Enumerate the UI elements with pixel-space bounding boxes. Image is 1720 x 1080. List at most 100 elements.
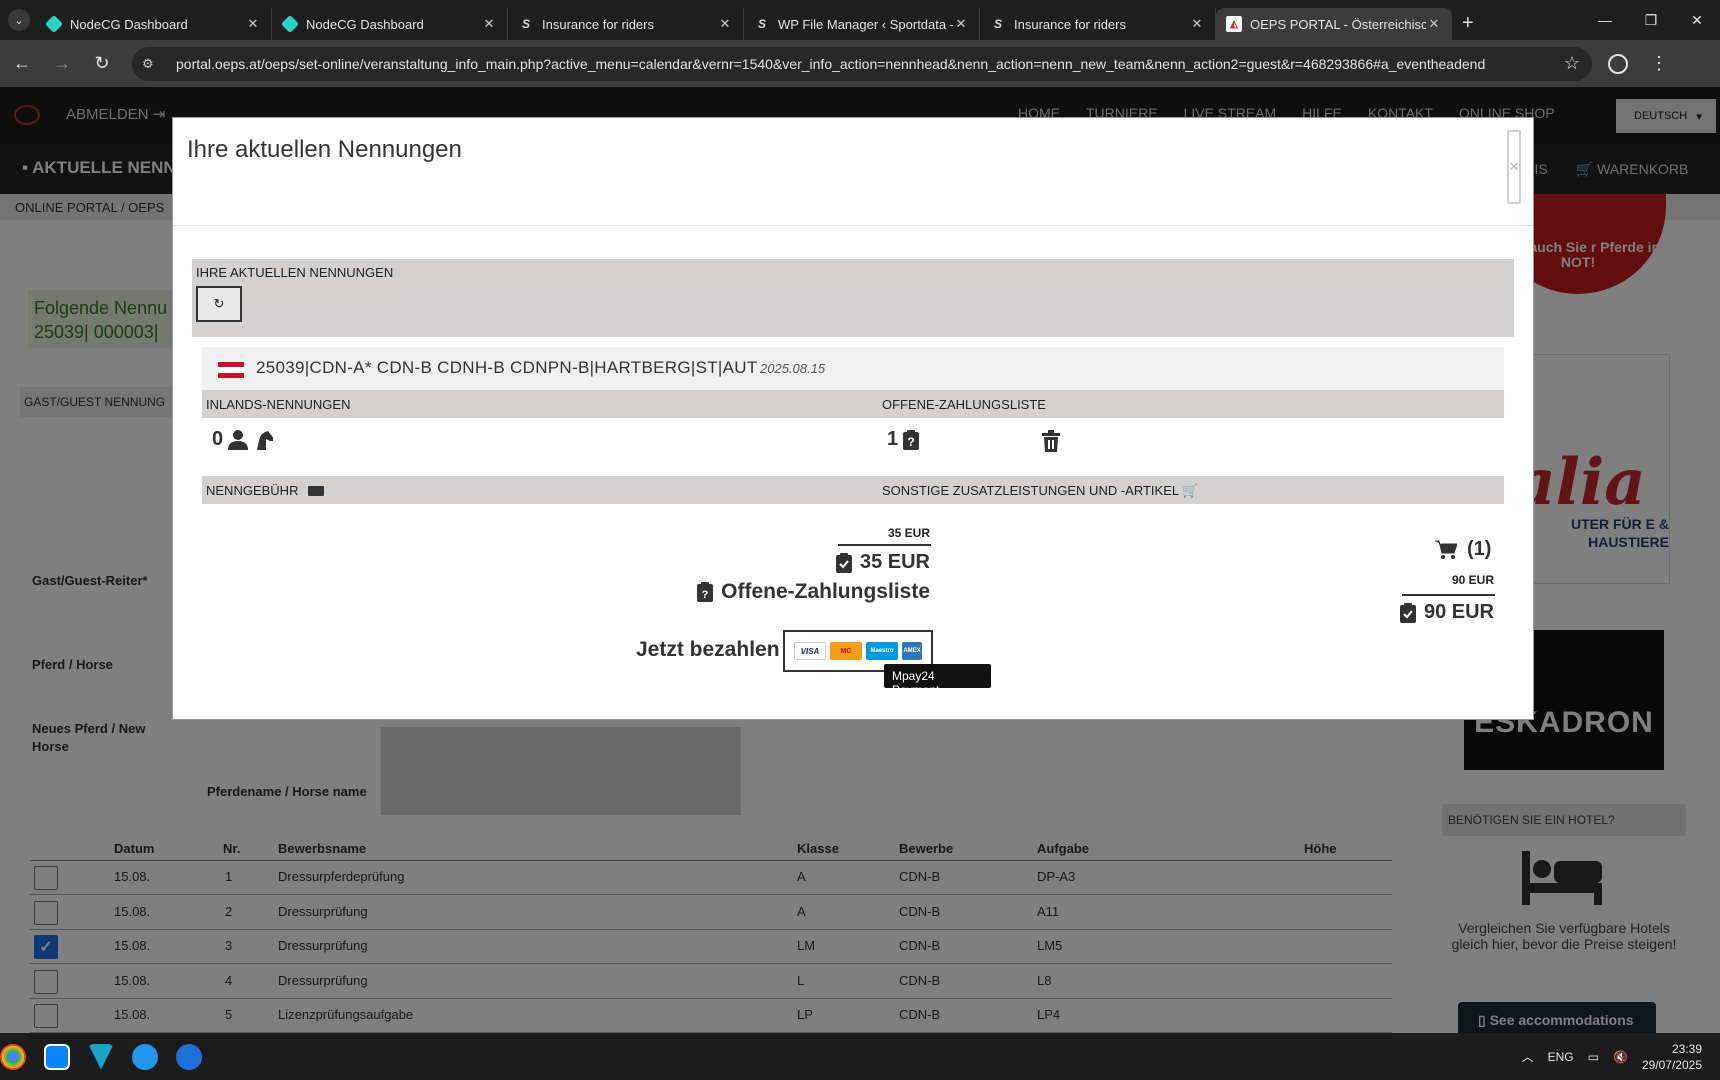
sportdata-icon: S (521, 17, 530, 31)
docker-icon[interactable] (132, 1043, 158, 1070)
close-tab-icon[interactable]: ✕ (1189, 16, 1205, 32)
cart-count[interactable]: (1) (1435, 538, 1491, 561)
pay-now-label: Jetzt bezahlen (636, 638, 780, 661)
cart-count-value: (1) (1467, 538, 1492, 560)
volume-muted-icon[interactable]: 🔇 (1613, 1050, 1628, 1064)
user-icon (228, 429, 249, 450)
event-title: 25039|CDN-A* CDN-B CDNH-B CDNPN-B|HARTBE… (256, 358, 758, 377)
browser-tab[interactable]: S WP File Manager ‹ Sportdata — ✕ (744, 8, 980, 40)
svg-text:?: ? (907, 435, 914, 449)
shopping-cart-icon (1435, 540, 1457, 559)
vpn-icon[interactable] (88, 1043, 114, 1070)
open-payment-list-link[interactable]: ? Offene-Zahlungsliste (697, 580, 930, 604)
close-window-icon[interactable]: ✕ (1674, 0, 1720, 40)
url-input[interactable]: ⚙ portal.oeps.at/oeps/set-online/veranst… (132, 46, 1592, 81)
maestro-icon: Maestro (866, 642, 898, 660)
browser-tab[interactable]: S Insurance for riders ✕ (980, 8, 1216, 40)
reload-icon[interactable]: ↻ (84, 46, 120, 82)
nodecg-icon (280, 14, 300, 34)
chrome-icon[interactable] (0, 1043, 26, 1070)
fee-amount: 35 EUR (887, 526, 930, 540)
tab-title: NodeCG Dashboard (306, 16, 424, 32)
extras-header: SONSTIGE ZUSATZLEISTUNGEN UND -ARTIKEL 🛒 (878, 476, 1504, 504)
profile-icon[interactable] (1608, 53, 1628, 74)
system-clock[interactable]: 23:39 29/07/2025 (1642, 1041, 1702, 1073)
tab-title: WP File Manager ‹ Sportdata — (778, 16, 953, 32)
mastercard-icon: MC (830, 642, 862, 660)
browser-tab[interactable]: S Insurance for riders ✕ (508, 8, 744, 40)
sportdata-icon: S (993, 17, 1002, 31)
oeps-icon: ◭ (1226, 16, 1242, 32)
windows-taskbar: ︿ ENG ▭ 🔇 23:39 29/07/2025 (0, 1033, 1720, 1080)
close-icon[interactable]: ✕ (1507, 130, 1521, 204)
forward-icon[interactable]: → (44, 46, 80, 82)
url-text: portal.oeps.at/oeps/set-online/veranstal… (176, 55, 1486, 72)
open-list-label: Offene-Zahlungsliste (721, 580, 930, 603)
minimize-icon[interactable]: — (1582, 0, 1628, 40)
fee-header: NENNGEBÜHR (202, 476, 878, 504)
tab-title: NodeCG Dashboard (70, 16, 188, 32)
browser-tab[interactable]: NodeCG Dashboard ✕ (36, 8, 272, 40)
display-icon[interactable]: ▭ (1588, 1050, 1599, 1064)
web-page: ABMELDEN ⇥ HOME TURNIERE LIVE STREAM HIL… (0, 87, 1720, 1033)
tab-search-button[interactable]: ⌄ (8, 9, 30, 31)
clock-date: 29/07/2025 (1641, 1057, 1702, 1072)
close-tab-icon[interactable]: ✕ (1426, 16, 1442, 32)
sportdata-icon: S (757, 17, 766, 31)
tray-chevron-icon[interactable]: ︿ (1522, 1048, 1534, 1065)
inlands-count-value: 0 (212, 428, 224, 450)
svg-text:?: ? (702, 589, 709, 601)
clipboard-question-icon: ? (697, 582, 714, 602)
offene-count[interactable]: 1 ? (887, 428, 920, 451)
close-tab-icon[interactable]: ✕ (481, 16, 497, 32)
close-tab-icon[interactable]: ✕ (245, 16, 261, 32)
bookmark-star-icon[interactable]: ☆ (1564, 53, 1580, 74)
extras-amount: 90 EUR (1451, 573, 1494, 587)
window-controls: — ❐ ✕ (1582, 0, 1720, 40)
browser-tab[interactable]: NodeCG Dashboard ✕ (272, 8, 508, 40)
fee-sum-rule (838, 544, 931, 546)
close-tab-icon[interactable]: ✕ (717, 16, 733, 32)
clipboard-check-icon (835, 552, 852, 573)
payment-tooltip: Mpay24 Payment (884, 664, 991, 697)
browser-menu-icon[interactable]: ⋮ (1650, 53, 1668, 74)
app-icon-2[interactable] (176, 1043, 202, 1070)
extras-total-value: 90 EUR (1423, 601, 1494, 623)
input-language[interactable]: ENG (1548, 1050, 1574, 1064)
entries-modal: Ihre aktuellen Nennungen ✕ IHRE AKTUELLE… (172, 117, 1534, 720)
address-bar: ← → ↻ ⚙ portal.oeps.at/oeps/set-online/v… (0, 40, 1720, 87)
browser-tab-active[interactable]: ◭ OEPS PORTAL - Österreichische ✕ (1216, 8, 1452, 40)
fee-total: 35 EUR (835, 551, 930, 574)
event-date: 2025.08.15 (760, 361, 826, 376)
site-info-icon[interactable]: ⚙ (142, 56, 162, 72)
visa-icon: VISA (794, 642, 826, 660)
panel-title: IHRE AKTUELLEN NENNUNGEN (196, 265, 394, 280)
tab-title: Insurance for riders (1014, 16, 1126, 32)
back-icon[interactable]: ← (4, 46, 40, 82)
clipboard-check-icon (1399, 602, 1416, 623)
fee-total-value: 35 EUR (859, 551, 930, 573)
money-icon (308, 486, 325, 496)
event-row: 25039|CDN-A* CDN-B CDNH-B CDNPN-B|HARTBE… (202, 347, 1504, 390)
new-tab-button[interactable]: + (1462, 12, 1474, 35)
trash-icon[interactable] (1041, 430, 1061, 452)
offene-header: OFFENE-ZAHLUNGSLISTE (878, 390, 1504, 418)
fee-label: NENNGEBÜHR (206, 483, 299, 498)
clock-time: 23:39 (1671, 1041, 1702, 1056)
extras-total: 90 EUR (1399, 601, 1494, 624)
app-icon[interactable] (44, 1043, 70, 1070)
modal-title: Ihre aktuellen Nennungen (187, 136, 462, 163)
modal-header: Ihre aktuellen Nennungen ✕ (173, 118, 1533, 226)
inlands-header: INLANDS-NENNUNGEN (202, 390, 878, 418)
inlands-count[interactable]: 0 (212, 428, 275, 451)
close-tab-icon[interactable]: ✕ (953, 16, 969, 32)
tab-title: Insurance for riders (542, 16, 654, 32)
refresh-icon: ↻ (213, 296, 225, 311)
extras-label: SONSTIGE ZUSATZLEISTUNGEN UND -ARTIKEL (882, 483, 1179, 498)
refresh-button[interactable]: ↻ (196, 286, 242, 322)
restore-icon[interactable]: ❐ (1628, 0, 1674, 40)
horse-head-icon (257, 430, 274, 450)
entries-panel-header: IHRE AKTUELLEN NENNUNGEN ↻ (192, 259, 1514, 337)
cart-icon: 🛒 (1182, 483, 1199, 498)
browser-tab-bar: ⌄ NodeCG Dashboard ✕ NodeCG Dashboard ✕ … (0, 0, 1720, 40)
